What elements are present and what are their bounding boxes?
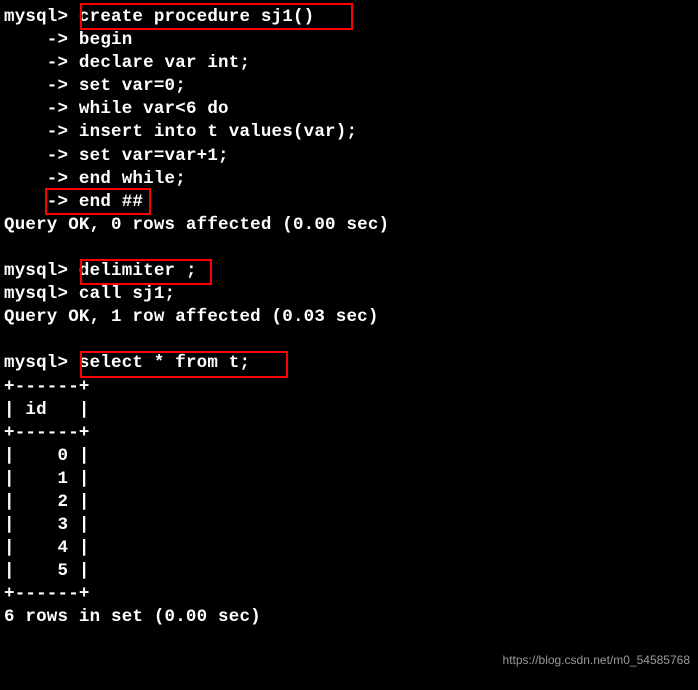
terminal-line: | 4 | bbox=[4, 537, 694, 560]
prompt-cont: -> bbox=[4, 76, 68, 96]
terminal-line bbox=[4, 329, 694, 352]
table-row: | 4 | bbox=[4, 538, 90, 558]
cmd-declare: declare var int; bbox=[68, 53, 250, 73]
result-query-ok-2: Query OK, 1 row affected (0.03 sec) bbox=[4, 307, 379, 327]
table-border: +------+ bbox=[4, 377, 90, 397]
prompt-cont: -> bbox=[4, 192, 68, 212]
terminal-line: -> end ## bbox=[4, 191, 694, 214]
prompt-cont: -> bbox=[4, 99, 68, 119]
terminal-line: -> declare var int; bbox=[4, 52, 694, 75]
prompt-mysql: mysql> bbox=[4, 353, 68, 373]
terminal-line: mysql> call sj1; bbox=[4, 283, 694, 306]
cmd-set-inc: set var=var+1; bbox=[68, 146, 229, 166]
prompt-cont: -> bbox=[4, 169, 68, 189]
cmd-delimiter: delimiter ; bbox=[68, 261, 196, 281]
terminal-line: | id | bbox=[4, 399, 694, 422]
terminal-line: -> end while; bbox=[4, 168, 694, 191]
table-row: | 2 | bbox=[4, 492, 90, 512]
table-row: | 0 | bbox=[4, 446, 90, 466]
terminal-line bbox=[4, 237, 694, 260]
prompt-cont: -> bbox=[4, 53, 68, 73]
terminal-line: -> while var<6 do bbox=[4, 98, 694, 121]
terminal-line: -> begin bbox=[4, 29, 694, 52]
cmd-insert: insert into t values(var); bbox=[68, 122, 357, 142]
terminal-line: mysql> delimiter ; bbox=[4, 260, 694, 283]
table-row: | 5 | bbox=[4, 561, 90, 581]
terminal-line: +------+ bbox=[4, 422, 694, 445]
terminal-line: +------+ bbox=[4, 376, 694, 399]
prompt-cont: -> bbox=[4, 146, 68, 166]
watermark: https://blog.csdn.net/m0_54585768 bbox=[503, 653, 690, 669]
cmd-set-var: set var=0; bbox=[68, 76, 186, 96]
table-header: | id | bbox=[4, 400, 90, 420]
cmd-create-procedure: create procedure sj1() bbox=[68, 7, 314, 27]
prompt-mysql: mysql> bbox=[4, 284, 68, 304]
terminal-line: | 5 | bbox=[4, 560, 694, 583]
prompt-mysql: mysql> bbox=[4, 261, 68, 281]
cmd-call: call sj1; bbox=[68, 284, 175, 304]
terminal-line: mysql> select * from t; bbox=[4, 352, 694, 375]
terminal-line: -> set var=var+1; bbox=[4, 145, 694, 168]
terminal-line: Query OK, 1 row affected (0.03 sec) bbox=[4, 306, 694, 329]
cmd-end: end ## bbox=[68, 192, 143, 212]
cmd-select: select * from t; bbox=[68, 353, 250, 373]
terminal-line: -> set var=0; bbox=[4, 75, 694, 98]
cmd-begin: begin bbox=[68, 30, 132, 50]
table-border: +------+ bbox=[4, 584, 90, 604]
result-query-ok-1: Query OK, 0 rows affected (0.00 sec) bbox=[4, 215, 389, 235]
prompt-cont: -> bbox=[4, 30, 68, 50]
terminal-line: mysql> create procedure sj1() bbox=[4, 6, 694, 29]
table-border: +------+ bbox=[4, 423, 90, 443]
prompt-mysql: mysql> bbox=[4, 7, 68, 27]
prompt-cont: -> bbox=[4, 122, 68, 142]
terminal-line: Query OK, 0 rows affected (0.00 sec) bbox=[4, 214, 694, 237]
terminal-line: | 3 | bbox=[4, 514, 694, 537]
table-row: | 3 | bbox=[4, 515, 90, 535]
cmd-end-while: end while; bbox=[68, 169, 186, 189]
result-rows-set: 6 rows in set (0.00 sec) bbox=[4, 607, 261, 627]
terminal-line: -> insert into t values(var); bbox=[4, 121, 694, 144]
terminal-line: +------+ bbox=[4, 583, 694, 606]
terminal-line: | 1 | bbox=[4, 468, 694, 491]
terminal-line: | 0 | bbox=[4, 445, 694, 468]
terminal-line: 6 rows in set (0.00 sec) bbox=[4, 606, 694, 629]
terminal-line: | 2 | bbox=[4, 491, 694, 514]
cmd-while: while var<6 do bbox=[68, 99, 229, 119]
table-row: | 1 | bbox=[4, 469, 90, 489]
